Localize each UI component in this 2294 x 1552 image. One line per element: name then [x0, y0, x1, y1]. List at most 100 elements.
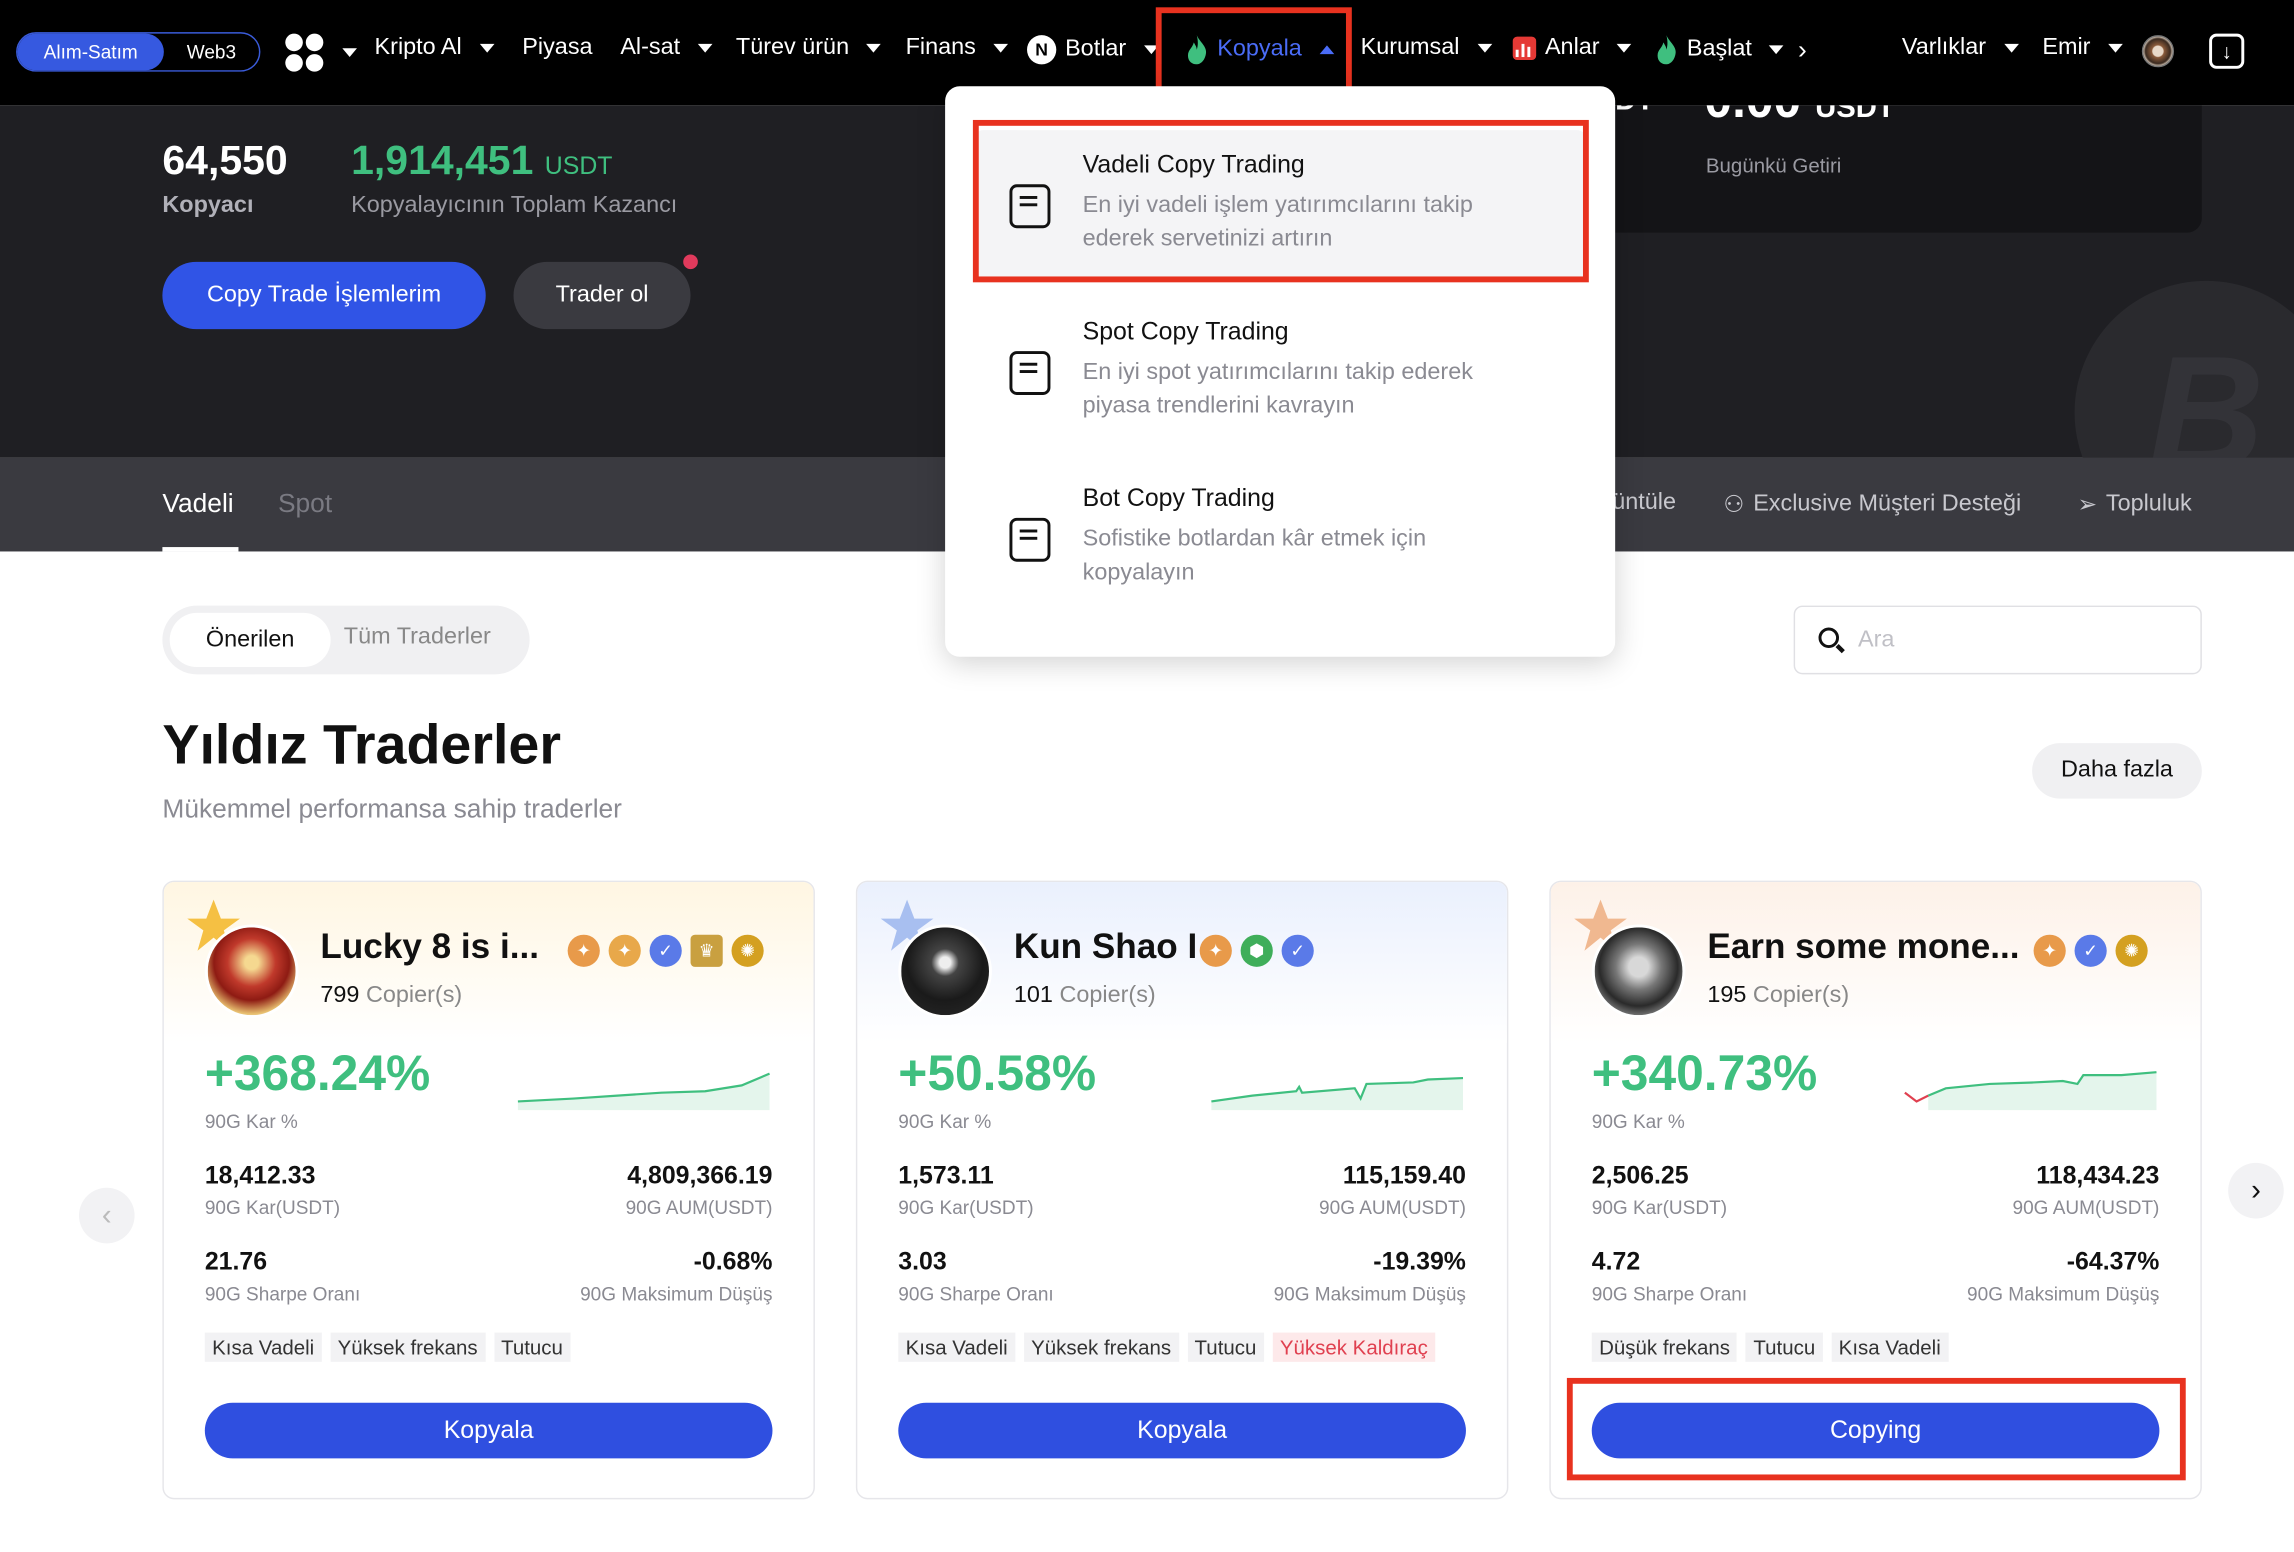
mode-toggle[interactable]: Alım-Satım Web3 [16, 32, 261, 72]
support-label: Exclusive Müşteri Desteği [1753, 491, 2022, 517]
apps-grid-icon[interactable] [285, 33, 324, 72]
today-unit: USDT [1815, 105, 1895, 125]
become-trader-button[interactable]: Trader ol [513, 261, 691, 330]
tag-warning: Yüksek Kaldıraç [1272, 1332, 1436, 1362]
chevron-down-icon [2003, 43, 2019, 53]
trader-card[interactable]: Lucky 8 is i... 799 Copier(s) ✦ ✦ ✓ ♛ ✺ … [162, 880, 815, 1500]
sharpe-value: 3.03 [898, 1247, 947, 1276]
pnl-percent-label: 90G Kar % [1591, 1110, 1685, 1133]
copier-count: 799 Copier(s) [320, 983, 462, 1009]
highlight-frame [1155, 7, 1352, 94]
nav-markets[interactable]: Piyasa [522, 35, 592, 61]
badge-row: ✦ ✦ ✓ ♛ ✺ [567, 934, 764, 967]
total-earnings: 1,914,451 USDT [351, 138, 612, 185]
my-copy-trades-button[interactable]: Copy Trade İşlemlerim [162, 261, 486, 330]
pnl-label: 90G Kar(USDT) [204, 1196, 341, 1219]
pnl-value: 1,573.11 [898, 1161, 994, 1190]
nav-orders[interactable]: Emir [2042, 35, 2123, 61]
medal-icon: ✦ [2033, 934, 2066, 967]
tag-list: Kısa Vadeli Yüksek frekans Tutucu [204, 1332, 571, 1362]
today-number: 0.00 [1704, 105, 1801, 128]
pnl-label: 90G Kar(USDT) [1591, 1196, 1728, 1219]
pnl-percent: +340.73% [1591, 1045, 1818, 1102]
tag: Düşük frekans [1591, 1332, 1738, 1362]
filter-all-traders[interactable]: Tüm Traderler [344, 625, 491, 651]
earnings-number: 1,914,451 [351, 137, 534, 183]
flame-icon [1657, 35, 1676, 65]
carousel-next-button[interactable]: › [2228, 1162, 2284, 1219]
sharpe-label: 90G Sharpe Oranı [1591, 1282, 1748, 1305]
nav-label: Finans [905, 35, 976, 60]
tab-futures[interactable]: Vadeli [162, 489, 233, 520]
nav-derivatives[interactable]: Türev ürün [735, 35, 882, 61]
nav-label: Türev ürün [735, 35, 850, 60]
chevron-right-icon[interactable]: › [1798, 35, 1807, 66]
highlight-frame [972, 119, 1589, 283]
tag-list: Düşük frekans Tutucu Kısa Vadeli [1591, 1332, 1949, 1362]
tag: Kısa Vadeli [898, 1332, 1016, 1362]
more-button[interactable]: Daha fazla [2032, 743, 2202, 799]
avatar[interactable] [2141, 35, 2175, 68]
copier-number: 101 [1013, 982, 1053, 1008]
filter-recommended[interactable]: Önerilen [169, 612, 331, 668]
medal-icon: ✦ [608, 934, 641, 967]
sparkline-area [517, 1073, 770, 1111]
medal-icon: ✦ [1199, 934, 1232, 967]
sparkline-chart [1904, 1071, 2157, 1111]
mdd-label: 90G Maksimum Düşüş [1967, 1282, 2160, 1305]
nav-institutional[interactable]: Kurumsal [1361, 35, 1492, 61]
tab-spot[interactable]: Spot [278, 489, 332, 520]
tag: Yüksek frekans [1023, 1332, 1179, 1362]
page-subtitle: Mükemmel performansa sahip traderler [162, 794, 622, 824]
pnl-value: 2,506.25 [1591, 1161, 1689, 1190]
nav-label: Başlat [1686, 36, 1752, 62]
nav-label: Piyasa [522, 35, 593, 60]
nav-finance[interactable]: Finans [905, 35, 1009, 61]
chevron-down-icon [479, 43, 494, 53]
avatar [204, 924, 299, 1019]
tag: Tutucu [1746, 1332, 1823, 1362]
chevron-down-icon [866, 43, 882, 53]
copy-button[interactable]: Kopyala [898, 1402, 1466, 1459]
nav-trade[interactable]: Al-sat [620, 35, 713, 61]
nav-moments[interactable]: Anlar [1512, 35, 1632, 61]
hexagon-icon: ⬢ [1240, 934, 1273, 967]
support-link[interactable]: ⚇ Exclusive Müşteri Desteği [1723, 490, 2021, 519]
chevron-down-icon [993, 43, 1009, 53]
aum-value: 118,434.23 [2036, 1161, 2160, 1190]
aum-value: 4,809,366.19 [627, 1161, 773, 1190]
chevron-down-icon[interactable] [342, 48, 357, 58]
earnings-label: Kopyalayıcının Toplam Kazancı [351, 193, 678, 218]
mode-trade-tab[interactable]: Alım-Satım [17, 33, 164, 71]
mode-web3-tab[interactable]: Web3 [164, 41, 259, 63]
pnl-percent-label: 90G Kar % [204, 1110, 298, 1133]
search-placeholder: Ara [1858, 627, 1895, 653]
nav-buy-crypto[interactable]: Kripto Al [375, 35, 494, 61]
menu-item-desc: Sofistike botlardan kâr etmek için kopya… [1082, 526, 1427, 586]
mdd-value: -0.68% [693, 1247, 773, 1276]
nav-label: Botlar [1065, 36, 1127, 62]
copier-number: 799 [320, 982, 360, 1008]
nav-bots[interactable]: N Botlar [1027, 35, 1159, 65]
menu-item-spot-copy[interactable]: Spot Copy Trading En iyi spot yatırımcıl… [974, 297, 1586, 449]
menu-item-bot-copy[interactable]: Bot Copy Trading Sofistike botlardan kâr… [974, 464, 1586, 616]
sparkline-area [1928, 1072, 2157, 1111]
nav-label: Varlıklar [1901, 35, 1987, 60]
bot-doc-icon [1009, 517, 1051, 562]
nav-start[interactable]: Başlat [1655, 35, 1785, 65]
pnl-value: 18,412.33 [204, 1161, 316, 1190]
search-input[interactable]: Ara [1793, 605, 2202, 675]
view-link[interactable]: üntüle [1612, 490, 1676, 516]
download-icon[interactable]: ↓ [2209, 33, 2245, 69]
sparkline-chart [517, 1072, 770, 1111]
copiers-label: Kopyacı [162, 193, 254, 218]
trader-card[interactable]: Kun Shao I 101 Copier(s) ✦ ⬢ ✓ +50.58% 9… [855, 880, 1509, 1500]
tag: Yüksek frekans [330, 1332, 485, 1362]
community-link[interactable]: ➢ Topluluk [2077, 490, 2191, 519]
tab-underline [162, 547, 239, 552]
carousel-prev-button[interactable]: ‹ [79, 1187, 135, 1244]
copy-button[interactable]: Kopyala [204, 1402, 773, 1459]
search-icon [1818, 627, 1840, 649]
partial-unit: DT [1615, 105, 1654, 118]
nav-assets[interactable]: Varlıklar [1901, 35, 2019, 61]
